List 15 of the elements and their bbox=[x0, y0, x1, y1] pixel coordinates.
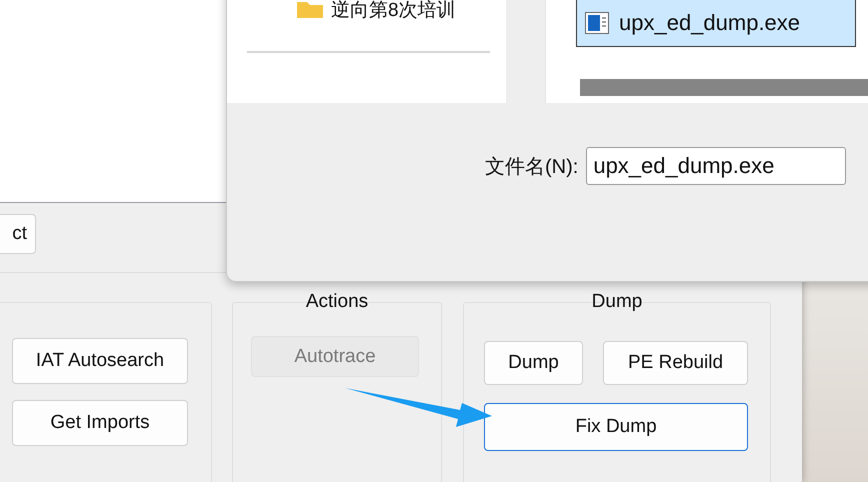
action-button[interactable]: Dump bbox=[484, 341, 583, 385]
select-button[interactable]: ct bbox=[0, 214, 36, 254]
window-icon bbox=[585, 12, 609, 34]
group-title: Dump bbox=[590, 291, 644, 313]
action-button[interactable]: Get Imports bbox=[12, 400, 188, 446]
filename-label: 文件名(N): bbox=[485, 154, 578, 180]
folder-item[interactable]: 逆向第8次培训 bbox=[297, 0, 497, 23]
group-title: Actions bbox=[304, 291, 370, 313]
action-button[interactable]: Fix Dump bbox=[484, 403, 748, 451]
action-button[interactable]: IAT Autosearch bbox=[12, 338, 188, 384]
file-item[interactable]: upx_ed_dump.exe bbox=[576, 0, 856, 47]
action-button[interactable]: PE Rebuild bbox=[603, 341, 748, 385]
folder-icon bbox=[297, 2, 323, 18]
filename-field[interactable]: upx_ed_dump.exe bbox=[586, 147, 846, 185]
scrollbar[interactable] bbox=[580, 79, 868, 96]
